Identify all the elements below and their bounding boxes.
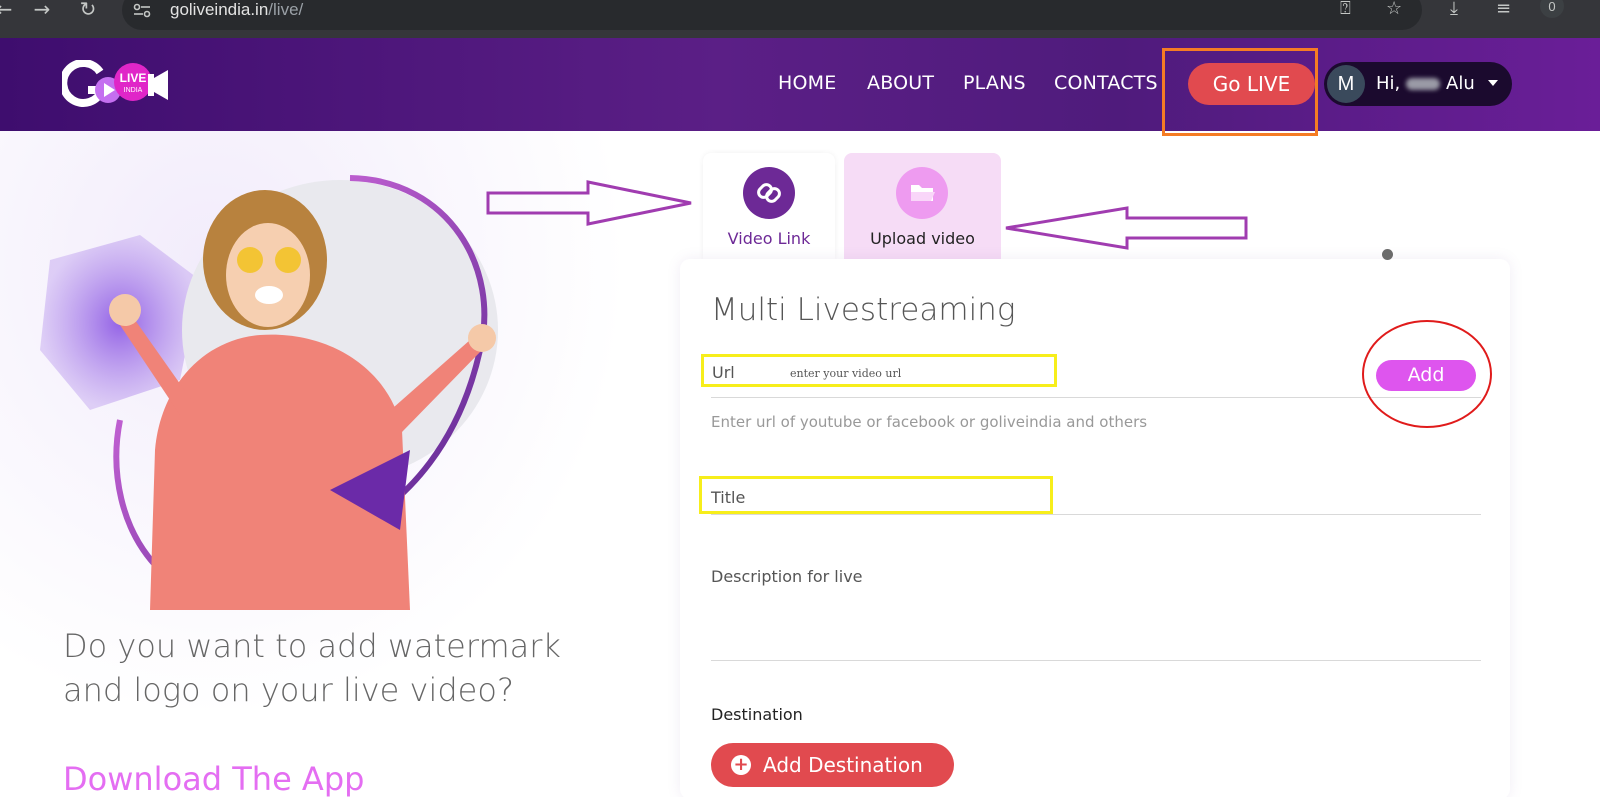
annotation-yellow-box-url xyxy=(701,354,1057,387)
svg-text:LIVE: LIVE xyxy=(120,71,147,85)
link-icon xyxy=(743,167,795,219)
annotation-arrow-right xyxy=(486,180,692,226)
arrow-right-icon[interactable]: → xyxy=(30,0,54,20)
site-settings-icon[interactable] xyxy=(132,2,152,18)
nav-contacts[interactable]: CONTACTS xyxy=(1054,72,1158,94)
arrow-left-icon[interactable]: ← xyxy=(0,0,16,20)
browser-toolbar: ← → ↻ goliveindia.in/live/ ⍰ ☆ ⤓ ≡ 0 xyxy=(0,0,1600,38)
chevron-down-icon[interactable] xyxy=(1488,80,1498,86)
description-underline xyxy=(711,660,1481,661)
nav-plans[interactable]: PLANS xyxy=(963,72,1026,94)
download-app-link[interactable]: Download The App xyxy=(63,760,364,797)
nav-about[interactable]: ABOUT xyxy=(867,72,934,94)
nav-home[interactable]: HOME xyxy=(778,72,836,94)
address-bar[interactable]: goliveindia.in/live/ xyxy=(122,0,1422,30)
site-header: LIVE INDIA HOME ABOUT PLANS CONTACTS Go … xyxy=(0,38,1600,136)
download-icon[interactable]: ⤓ xyxy=(1450,0,1458,18)
annotation-arrow-left xyxy=(1005,206,1248,250)
tab-upload-video[interactable]: Upload video xyxy=(844,153,1001,259)
watermark-question: Do you want to add watermark and logo on… xyxy=(63,627,561,709)
destination-label: Destination xyxy=(711,705,803,724)
goliveindia-logo[interactable]: LIVE INDIA xyxy=(62,60,187,108)
title-underline xyxy=(711,514,1481,515)
annotation-orange-box xyxy=(1162,48,1318,136)
url-underline xyxy=(711,397,1481,398)
folder-icon xyxy=(896,167,948,219)
form-title: Multi Livestreaming xyxy=(711,292,1016,328)
hero-illustration xyxy=(40,175,498,610)
annotation-red-circle xyxy=(1362,320,1492,428)
reload-icon[interactable]: ↻ xyxy=(76,0,100,20)
dot-marker xyxy=(1382,249,1393,260)
extension-badge[interactable]: 0 xyxy=(1540,0,1564,18)
user-menu[interactable]: M Hi, Alu xyxy=(1324,62,1512,106)
tab-label: Upload video xyxy=(870,229,975,248)
add-destination-button[interactable]: + Add Destination xyxy=(711,743,954,787)
svg-text:INDIA: INDIA xyxy=(124,87,143,94)
plus-icon: + xyxy=(731,755,751,775)
url-helper-text: Enter url of youtube or facebook or goli… xyxy=(711,413,1148,431)
tab-video-link[interactable]: Video Link xyxy=(703,153,835,259)
avatar: M xyxy=(1327,65,1365,103)
address-text[interactable]: goliveindia.in/live/ xyxy=(170,0,303,20)
add-destination-label: Add Destination xyxy=(763,753,923,777)
description-field[interactable]: Description for live xyxy=(711,567,863,586)
tab-label: Video Link xyxy=(727,229,811,248)
annotation-yellow-box-title xyxy=(699,476,1053,514)
media-queue-icon[interactable]: ≡ xyxy=(1496,0,1511,18)
star-icon[interactable]: ☆ xyxy=(1386,0,1402,18)
redacted-name xyxy=(1406,78,1440,90)
translate-icon[interactable]: ⍰ xyxy=(1340,0,1351,18)
